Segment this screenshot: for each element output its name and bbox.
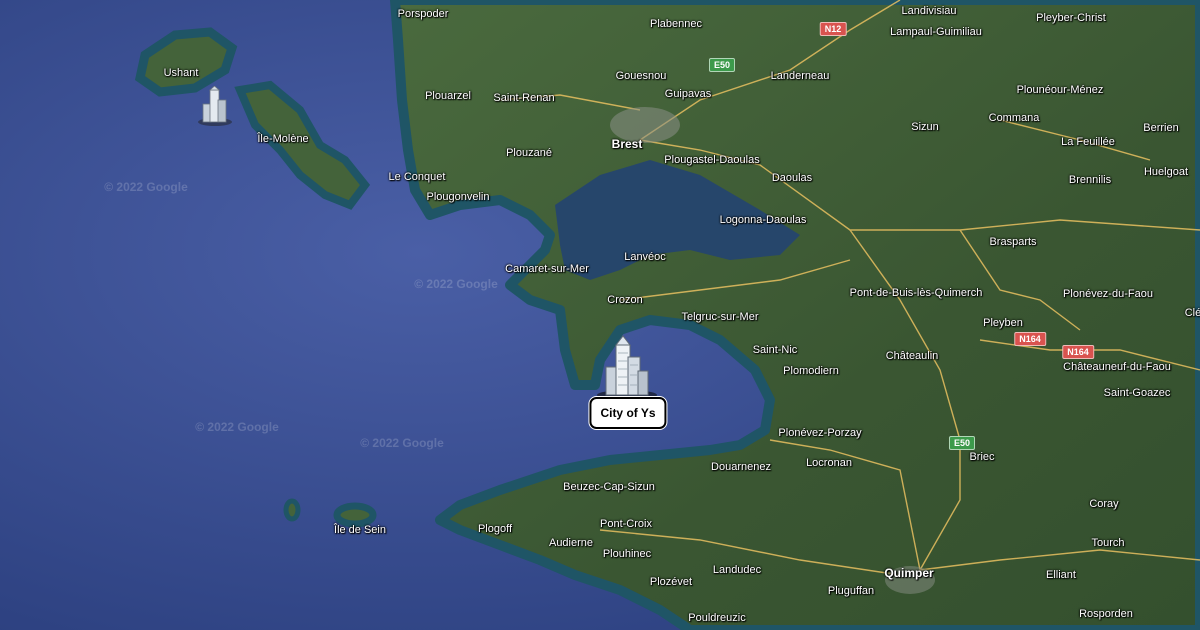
- place-label[interactable]: Telgruc-sur-Mer: [681, 311, 758, 323]
- place-label[interactable]: Île-Molène: [257, 133, 308, 145]
- road-shield-e50: E50: [708, 58, 736, 72]
- place-label[interactable]: Plomodiern: [783, 365, 839, 377]
- place-label[interactable]: Plougonvelin: [427, 191, 490, 203]
- road-shield-n12: N12: [819, 22, 847, 36]
- place-label[interactable]: Brasparts: [989, 236, 1036, 248]
- place-label[interactable]: Plouarzel: [425, 90, 471, 102]
- place-label[interactable]: Locronan: [806, 457, 852, 469]
- place-label[interactable]: Logonna-Daoulas: [720, 214, 807, 226]
- place-label[interactable]: Plogoff: [478, 523, 512, 535]
- place-label[interactable]: Gouesnou: [616, 70, 667, 82]
- place-label[interactable]: Plonévez-Porzay: [778, 427, 861, 439]
- map-watermark: © 2022 Google: [414, 277, 498, 291]
- place-label[interactable]: Briec: [969, 451, 994, 463]
- place-label[interactable]: Porspoder: [398, 8, 449, 20]
- place-label[interactable]: Île de Sein: [334, 524, 386, 536]
- map-watermark: © 2022 Google: [104, 180, 188, 194]
- city-of-ys-label[interactable]: City of Ys: [589, 397, 667, 429]
- city-buildings-icon[interactable]: [197, 85, 233, 133]
- place-label[interactable]: Daoulas: [772, 172, 812, 184]
- ile-de-sein-island: [333, 502, 377, 528]
- place-label[interactable]: Saint-Nic: [753, 344, 798, 356]
- map-watermark: © 2022 Google: [360, 436, 444, 450]
- place-label[interactable]: Audierne: [549, 537, 593, 549]
- place-label[interactable]: Pouldreuzic: [688, 612, 745, 624]
- place-label[interactable]: Plounéour-Ménez: [1017, 84, 1104, 96]
- place-label[interactable]: Pont-Croix: [600, 518, 652, 530]
- place-label[interactable]: Coray: [1089, 498, 1118, 510]
- road-shield-e50: E50: [948, 436, 976, 450]
- place-label[interactable]: Lampaul-Guimiliau: [890, 26, 982, 38]
- place-label[interactable]: Plabennec: [650, 18, 702, 30]
- place-label[interactable]: Pont-de-Buis-lès-Quimerch: [850, 287, 983, 299]
- place-label[interactable]: Pluguffan: [828, 585, 874, 597]
- place-label[interactable]: Landivisiau: [901, 5, 956, 17]
- place-label[interactable]: Huelgoat: [1144, 166, 1188, 178]
- place-label[interactable]: Beuzec-Cap-Sizun: [563, 481, 655, 493]
- place-label[interactable]: Saint-Renan: [493, 92, 554, 104]
- place-label[interactable]: Landudec: [713, 564, 761, 576]
- road-shield-n164: N164: [1062, 345, 1094, 359]
- place-label[interactable]: Landerneau: [771, 70, 830, 82]
- place-label[interactable]: Plonévez-du-Faou: [1063, 288, 1153, 300]
- place-label[interactable]: Commana: [989, 112, 1040, 124]
- place-label[interactable]: Lanvéoc: [624, 251, 666, 263]
- place-label[interactable]: Guipavas: [665, 88, 711, 100]
- map-watermark: © 2022 Google: [195, 420, 279, 434]
- place-label[interactable]: Tourch: [1091, 537, 1124, 549]
- place-label[interactable]: Pleyber-Christ: [1036, 12, 1106, 24]
- place-label[interactable]: Rosporden: [1079, 608, 1133, 620]
- place-label[interactable]: Châteauneuf-du-Faou: [1063, 361, 1171, 373]
- place-label[interactable]: Elliant: [1046, 569, 1076, 581]
- place-label[interactable]: Crozon: [607, 294, 642, 306]
- place-label[interactable]: Douarnenez: [711, 461, 771, 473]
- place-label[interactable]: Plouzané: [506, 147, 552, 159]
- place-label[interactable]: Berrien: [1143, 122, 1178, 134]
- place-label[interactable]: Saint-Goazec: [1104, 387, 1171, 399]
- place-label[interactable]: Sizun: [911, 121, 939, 133]
- place-label[interactable]: Clé: [1185, 307, 1200, 319]
- islet: [283, 498, 301, 522]
- place-label-major[interactable]: Brest: [612, 137, 643, 151]
- road-shield-n164: N164: [1014, 332, 1046, 346]
- place-label[interactable]: Le Conquet: [389, 171, 446, 183]
- place-label[interactable]: Châteaulin: [886, 350, 939, 362]
- place-label[interactable]: Pleyben: [983, 317, 1023, 329]
- place-label-major[interactable]: Quimper: [884, 566, 933, 580]
- place-label[interactable]: Plouhinec: [603, 548, 651, 560]
- place-label[interactable]: La Feuillée: [1061, 136, 1115, 148]
- place-label[interactable]: Ushant: [164, 67, 199, 79]
- place-label[interactable]: Camaret-sur-Mer: [505, 263, 589, 275]
- place-label[interactable]: Plozévet: [650, 576, 692, 588]
- place-label[interactable]: Brennilis: [1069, 174, 1111, 186]
- place-label[interactable]: Plougastel-Daoulas: [664, 154, 759, 166]
- city-of-ys-marker-icon[interactable]: [594, 335, 660, 406]
